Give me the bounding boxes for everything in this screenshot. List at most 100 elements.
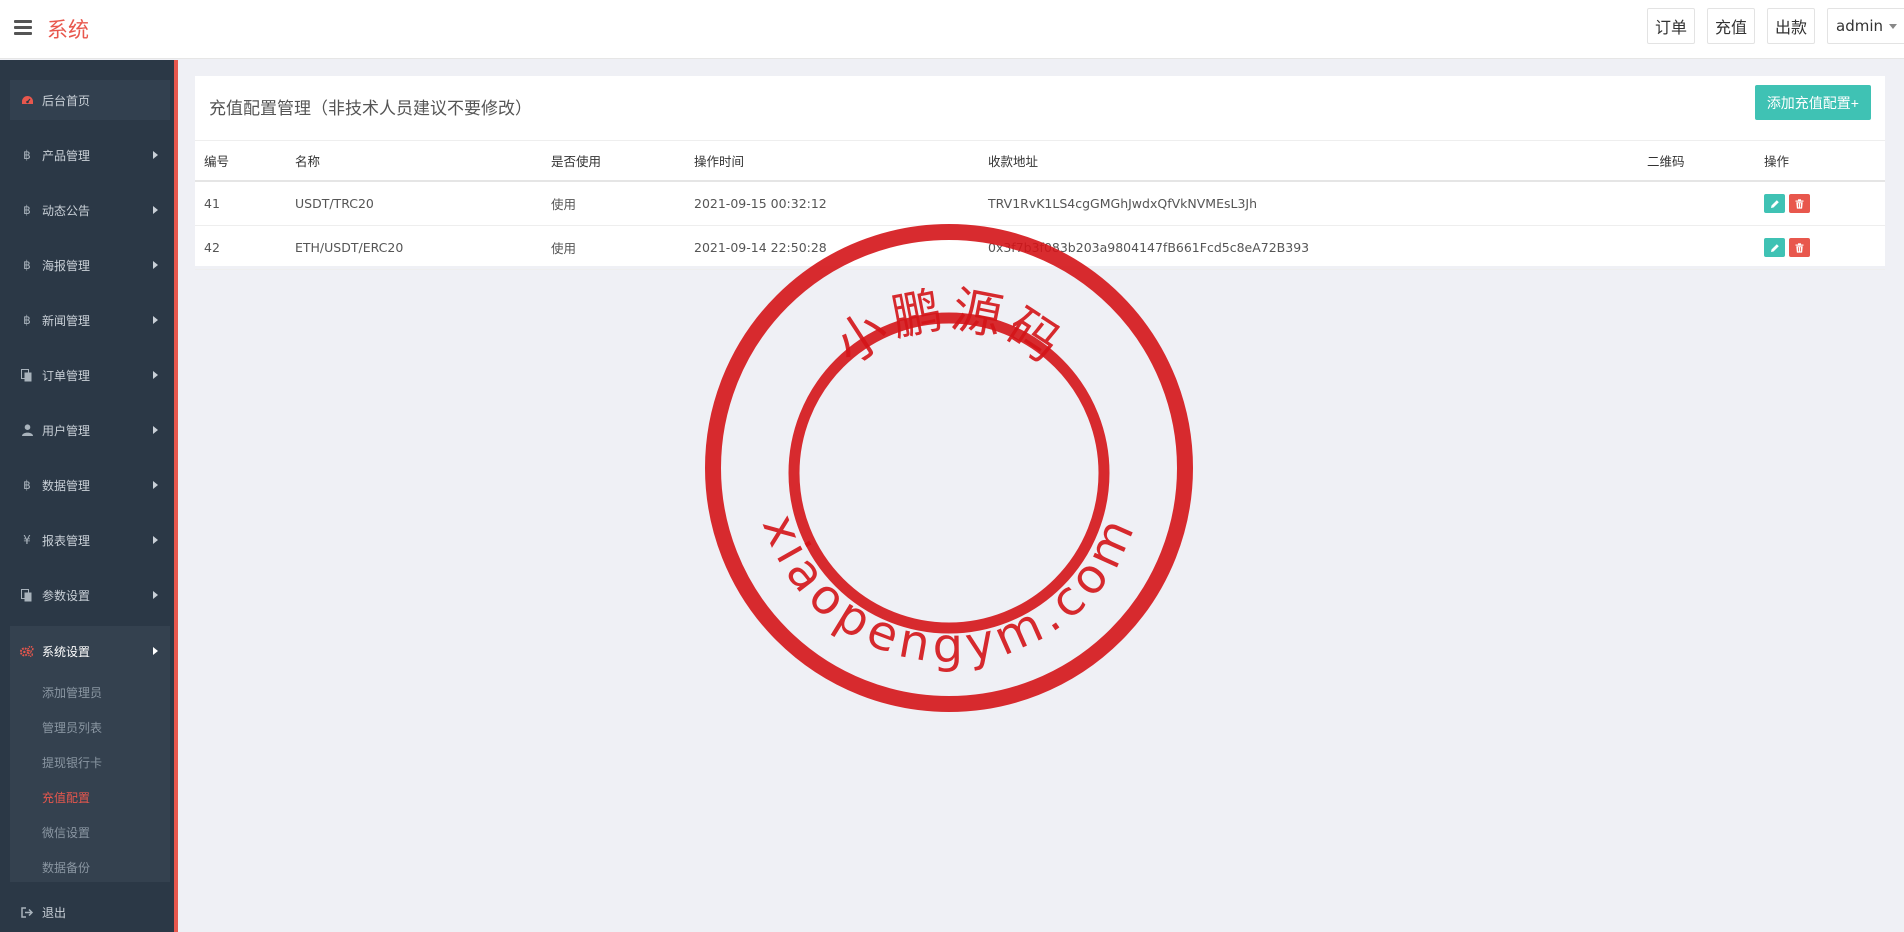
chevron-right-icon — [153, 647, 158, 655]
cell-time: 2021-09-15 00:32:12 — [685, 181, 979, 226]
chevron-right-icon — [153, 481, 158, 489]
recharge-config-panel: 充值配置管理（非技术人员建议不要修改） 添加充值配置+ 编号 名称 是否使用 操… — [195, 76, 1885, 270]
chevron-right-icon — [153, 261, 158, 269]
chevron-right-icon — [153, 371, 158, 379]
cell-actions — [1755, 225, 1885, 270]
chevron-right-icon — [153, 316, 158, 324]
pencil-icon — [1770, 199, 1779, 208]
bitcoin-icon: ฿ — [23, 313, 31, 327]
sidebar-item-orders[interactable]: 订单管理 — [10, 355, 170, 395]
cell-name: USDT/TRC20 — [286, 181, 542, 226]
yen-icon: ¥ — [23, 533, 31, 547]
sidebar-item-products[interactable]: ฿ 产品管理 — [10, 135, 170, 175]
sidebar-item-system-settings[interactable]: 系统设置 — [10, 626, 170, 676]
bitcoin-icon: ฿ — [23, 478, 31, 492]
cell-status: 使用 — [542, 181, 685, 226]
sidebar-subitem-add-admin[interactable]: 添加管理员 — [10, 676, 170, 711]
recharge-config-table: 编号 名称 是否使用 操作时间 收款地址 二维码 操作 41 USDT/TRC2… — [195, 141, 1885, 270]
logout-button[interactable]: 退出 — [10, 892, 170, 932]
cell-address: 0x3f7b3f083b203a9804147fB661Fcd5c8eA72B3… — [979, 225, 1638, 270]
sidebar-item-label: 订单管理 — [42, 368, 91, 383]
sidebar-subitem-wechat-settings[interactable]: 微信设置 — [10, 816, 170, 851]
sidebar-item-reports[interactable]: ¥ 报表管理 — [10, 520, 170, 560]
sidebar-item-home[interactable]: 后台首页 — [10, 80, 170, 120]
sidebar-item-label: 产品管理 — [42, 148, 91, 163]
user-icon — [20, 423, 34, 437]
sidebar-item-label: 新闻管理 — [42, 313, 91, 328]
pencil-icon — [1770, 243, 1779, 252]
cell-name: ETH/USDT/ERC20 — [286, 225, 542, 270]
top-actions: 订单 充值 出款 admin — [1646, 8, 1904, 44]
table-row: 42 ETH/USDT/ERC20 使用 2021-09-14 22:50:28… — [195, 225, 1885, 270]
sidebar-item-users[interactable]: 用户管理 — [10, 410, 170, 450]
cell-time: 2021-09-14 22:50:28 — [685, 225, 979, 270]
bitcoin-icon: ฿ — [23, 203, 31, 217]
sidebar-item-label: 海报管理 — [42, 258, 91, 273]
cell-id: 41 — [195, 181, 286, 226]
user-name: admin — [1836, 17, 1883, 35]
sidebar-subitem-withdraw-bank-card[interactable]: 提现银行卡 — [10, 746, 170, 781]
column-header-time: 操作时间 — [685, 141, 979, 182]
menu-toggle-icon[interactable] — [14, 20, 32, 36]
watermark-top-text: 小鹏源码 — [825, 280, 1074, 375]
table-header-row: 编号 名称 是否使用 操作时间 收款地址 二维码 操作 — [195, 141, 1885, 182]
sidebar-item-label: 报表管理 — [42, 533, 91, 548]
cell-qrcode — [1638, 225, 1755, 270]
bitcoin-icon: ฿ — [23, 258, 31, 272]
brand-title: 系统 — [47, 18, 89, 42]
cell-status: 使用 — [542, 225, 685, 270]
edit-button[interactable] — [1764, 238, 1785, 257]
sidebar-subitem-admin-list[interactable]: 管理员列表 — [10, 711, 170, 746]
copy-icon — [20, 588, 34, 602]
cell-id: 42 — [195, 225, 286, 270]
cell-qrcode — [1638, 181, 1755, 226]
delete-button[interactable] — [1789, 238, 1810, 257]
edit-button[interactable] — [1764, 194, 1785, 213]
withdraw-button[interactable]: 出款 — [1766, 8, 1815, 44]
sidebar-item-label: 数据管理 — [42, 478, 91, 493]
sidebar-item-label: 系统设置 — [42, 644, 91, 659]
sidebar-item-label: 后台首页 — [42, 93, 91, 108]
trash-icon — [1795, 242, 1804, 253]
page-title: 充值配置管理（非技术人员建议不要修改） — [209, 99, 532, 119]
column-header-qrcode: 二维码 — [1638, 141, 1755, 182]
sidebar-item-posters[interactable]: ฿ 海报管理 — [10, 245, 170, 285]
sidebar-item-parameters[interactable]: 参数设置 — [10, 575, 170, 615]
add-recharge-config-button[interactable]: 添加充值配置+ — [1754, 85, 1871, 120]
bitcoin-icon: ฿ — [23, 148, 31, 162]
column-header-id: 编号 — [195, 141, 286, 182]
sidebar-item-data[interactable]: ฿ 数据管理 — [10, 465, 170, 505]
chevron-right-icon — [153, 151, 158, 159]
gears-icon — [20, 644, 34, 658]
watermark-bottom-text: xiaopengym.com — [751, 505, 1148, 674]
recharge-button[interactable]: 充值 — [1706, 8, 1755, 44]
sidebar-subitem-recharge-config[interactable]: 充值配置 — [10, 781, 170, 816]
top-bar: 系统 订单 充值 出款 admin — [0, 0, 1904, 59]
chevron-right-icon — [153, 426, 158, 434]
chevron-right-icon — [153, 536, 158, 544]
sidebar-item-announcements[interactable]: ฿ 动态公告 — [10, 190, 170, 230]
sidebar: 后台首页 ฿ 产品管理 ฿ 动态公告 ฿ 海报管理 ฿ 新闻管理 订单管理 用户… — [0, 60, 178, 932]
table-row: 41 USDT/TRC20 使用 2021-09-15 00:32:12 TRV… — [195, 181, 1885, 226]
user-menu[interactable]: admin — [1827, 8, 1904, 44]
cell-actions — [1755, 181, 1885, 226]
dashboard-icon — [20, 93, 34, 107]
sidebar-item-label: 动态公告 — [42, 203, 91, 218]
delete-button[interactable] — [1789, 194, 1810, 213]
column-header-name: 名称 — [286, 141, 542, 182]
column-header-actions: 操作 — [1755, 141, 1885, 182]
sidebar-group-system-settings: 系统设置 添加管理员 管理员列表 提现银行卡 充值配置 微信设置 数据备份 — [10, 626, 170, 882]
cell-address: TRV1RvK1LS4cgGMGhJwdxQfVkNVMEsL3Jh — [979, 181, 1638, 226]
chevron-right-icon — [153, 591, 158, 599]
sidebar-item-label: 用户管理 — [42, 423, 91, 438]
orders-button[interactable]: 订单 — [1646, 8, 1695, 44]
logout-label: 退出 — [42, 905, 67, 920]
chevron-right-icon — [153, 206, 158, 214]
sidebar-subitem-data-backup[interactable]: 数据备份 — [10, 851, 170, 886]
copy-icon — [20, 368, 34, 382]
chevron-down-icon — [1889, 23, 1897, 29]
sidebar-item-news[interactable]: ฿ 新闻管理 — [10, 300, 170, 340]
sidebar-item-label: 参数设置 — [42, 588, 91, 603]
column-header-status: 是否使用 — [542, 141, 685, 182]
watermark-stamp: 小鹏源码 xiaopengym.com — [705, 224, 1193, 712]
